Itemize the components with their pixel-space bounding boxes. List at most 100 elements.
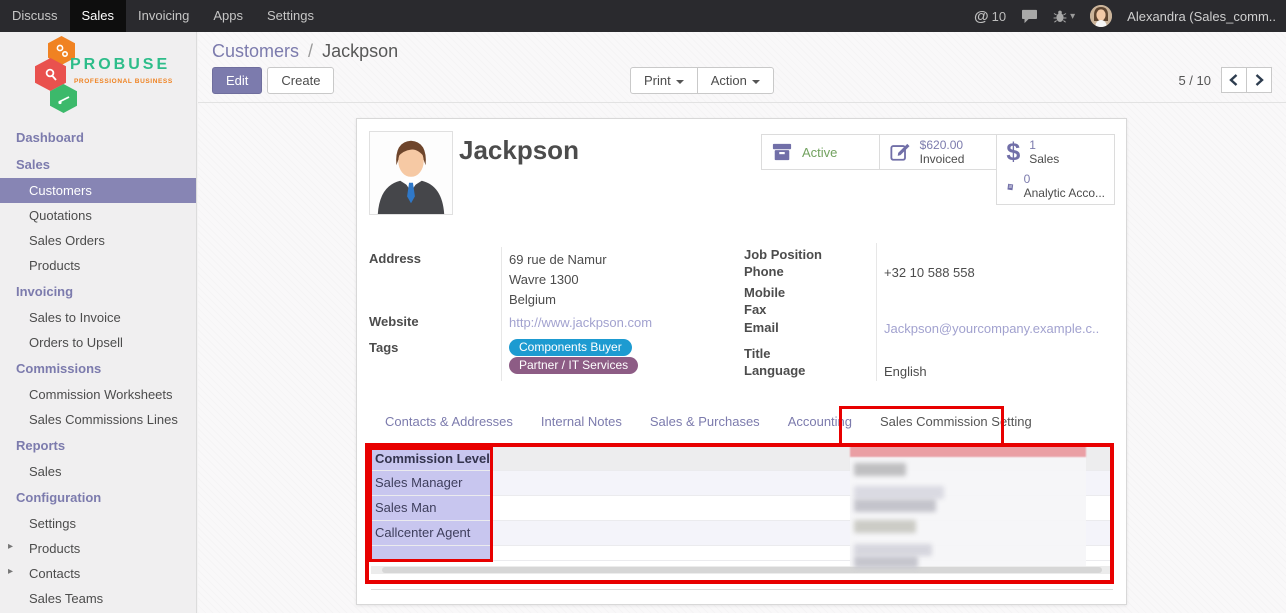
action-label: Action xyxy=(711,73,747,88)
sidebar-item-products[interactable]: Products xyxy=(0,253,196,278)
job-position-label: Job Position xyxy=(744,247,822,262)
tab-internal-notes[interactable]: Internal Notes xyxy=(541,414,622,429)
breadcrumb-separator: / xyxy=(304,41,317,61)
commission-level-cell[interactable]: Sales Man xyxy=(371,496,493,520)
redacted-column xyxy=(850,444,1086,566)
tab-sales-commission-setting[interactable]: Sales Commission Setting xyxy=(880,414,1032,429)
menu-sales[interactable]: Sales xyxy=(70,0,127,32)
sidebar-item-config-contacts[interactable]: ▸ Contacts xyxy=(0,561,196,586)
sidebar-item-sales-commissions-lines[interactable]: Sales Commissions Lines xyxy=(0,407,196,432)
sidebar-menu: Dashboard Sales Customers Quotations Sal… xyxy=(0,124,196,613)
email-link[interactable]: Jackpson@yourcompany.example.c.. xyxy=(884,321,1099,336)
sidebar-item-orders-to-upsell[interactable]: Orders to Upsell xyxy=(0,330,196,355)
sidebar-item-commission-worksheets[interactable]: Commission Worksheets xyxy=(0,382,196,407)
action-dropdown-button[interactable]: Action xyxy=(697,67,774,94)
website-link[interactable]: http://www.jackpson.com xyxy=(509,315,652,330)
sidebar-item-reports-sales[interactable]: Sales xyxy=(0,459,196,484)
sidebar: PROBUSE PROFESSIONAL BUSINESS Dashboard … xyxy=(0,32,197,613)
sidebar-section-configuration[interactable]: Configuration xyxy=(0,484,196,511)
sidebar-section-sales[interactable]: Sales xyxy=(0,151,196,178)
notebook-tabs: Contacts & Addresses Internal Notes Sale… xyxy=(369,406,1032,436)
control-panel: Customers / Jackpson Edit Create Print A… xyxy=(198,32,1286,103)
invoiced-value: $620.00 xyxy=(920,139,965,152)
sidebar-item-label: Products xyxy=(29,541,80,556)
phone-label: Phone xyxy=(744,264,784,279)
pager-previous-button[interactable] xyxy=(1221,67,1247,93)
expand-arrow-icon[interactable]: ▸ xyxy=(8,541,13,552)
pager-next-button[interactable] xyxy=(1246,67,1272,93)
language-value: English xyxy=(884,364,927,379)
active-stat-button[interactable]: Active xyxy=(762,135,879,169)
partner-form-sheet: Jackpson Active $620.00 Invoiced xyxy=(356,118,1127,605)
tags-label: Tags xyxy=(369,340,398,355)
debug-bug-icon[interactable]: ▾ xyxy=(1053,9,1075,23)
group-separator xyxy=(501,247,502,381)
address-label: Address xyxy=(369,251,421,266)
tab-accounting[interactable]: Accounting xyxy=(788,414,852,429)
tag-partner-it-services: Partner / IT Services xyxy=(509,357,638,374)
sidebar-section-invoicing[interactable]: Invoicing xyxy=(0,278,196,305)
breadcrumb-current: Jackpson xyxy=(322,41,398,61)
create-button[interactable]: Create xyxy=(267,67,334,94)
tag-components-buyer: Components Buyer xyxy=(509,339,632,356)
scrollbar-thumb[interactable] xyxy=(382,567,1102,573)
sidebar-item-sales-teams[interactable]: Sales Teams xyxy=(0,586,196,611)
sidebar-section-reports[interactable]: Reports xyxy=(0,432,196,459)
horizontal-scrollbar[interactable] xyxy=(371,566,1113,574)
tab-contacts-addresses[interactable]: Contacts & Addresses xyxy=(385,414,513,429)
edit-pencil-icon xyxy=(889,142,911,162)
menu-settings[interactable]: Settings xyxy=(255,0,326,32)
menu-invoicing[interactable]: Invoicing xyxy=(126,0,201,32)
phone-value: +32 10 588 558 xyxy=(884,265,975,280)
partner-photo[interactable] xyxy=(369,131,453,215)
tab-sales-purchases[interactable]: Sales & Purchases xyxy=(650,414,760,429)
user-avatar[interactable] xyxy=(1090,5,1112,27)
sales-count-label: Sales xyxy=(1029,152,1059,166)
commission-level-cell[interactable]: Callcenter Agent xyxy=(371,521,493,545)
sidebar-item-quotations[interactable]: Quotations xyxy=(0,203,196,228)
analytic-count-label: Analytic Acco... xyxy=(1024,186,1105,200)
menu-discuss[interactable]: Discuss xyxy=(0,0,70,32)
table-bottom-border xyxy=(371,589,1113,590)
breadcrumb: Customers / Jackpson xyxy=(212,41,398,62)
sidebar-section-commissions[interactable]: Commissions xyxy=(0,355,196,382)
user-menu[interactable]: Alexandra (Sales_comm.. xyxy=(1127,9,1276,24)
address-line-2: Wavre 1300 xyxy=(509,272,579,287)
sidebar-item-customers[interactable]: Customers xyxy=(0,178,196,203)
fax-label: Fax xyxy=(744,302,766,317)
sales-stat-button[interactable]: $ 1 Sales xyxy=(996,135,1114,169)
mentions-counter[interactable]: @ 10 xyxy=(974,8,1006,25)
commission-level-cell[interactable]: Sales Manager xyxy=(371,471,493,495)
sidebar-item-sales-to-invoice[interactable]: Sales to Invoice xyxy=(0,305,196,330)
sidebar-item-dashboard[interactable]: Dashboard xyxy=(0,124,196,151)
archive-box-icon xyxy=(771,142,793,162)
logo-title: PROBUSE xyxy=(70,56,170,74)
pager-counter: 5 / 10 xyxy=(1178,73,1211,88)
language-label: Language xyxy=(744,363,805,378)
breadcrumb-customers-link[interactable]: Customers xyxy=(212,41,299,61)
chevron-right-icon xyxy=(1254,74,1264,86)
menu-apps[interactable]: Apps xyxy=(201,0,255,32)
expand-arrow-icon[interactable]: ▸ xyxy=(8,566,13,577)
dollar-icon: $ xyxy=(1006,140,1020,165)
print-label: Print xyxy=(644,73,671,88)
edit-button[interactable]: Edit xyxy=(212,67,262,94)
analytic-count-value: 0 xyxy=(1024,173,1105,186)
email-label: Email xyxy=(744,320,779,335)
commission-level-header[interactable]: Commission Level xyxy=(371,447,493,470)
address-line-1: 69 rue de Namur xyxy=(509,252,607,267)
invoiced-stat-button[interactable]: $620.00 Invoiced xyxy=(879,135,997,169)
print-dropdown-button[interactable]: Print xyxy=(630,67,698,94)
mention-count: 10 xyxy=(992,9,1006,24)
caret-down-icon: ▾ xyxy=(1070,11,1075,22)
sidebar-item-config-products[interactable]: ▸ Products xyxy=(0,536,196,561)
app-logo[interactable]: PROBUSE PROFESSIONAL BUSINESS xyxy=(0,32,196,120)
systray: @ 10 ▾ Al xyxy=(974,0,1286,32)
sidebar-item-label: Contacts xyxy=(29,566,80,581)
sidebar-item-settings[interactable]: Settings xyxy=(0,511,196,536)
sales-count-value: 1 xyxy=(1029,139,1059,152)
analytic-accounts-stat-button[interactable]: 0 Analytic Acco... xyxy=(996,169,1115,205)
website-label: Website xyxy=(369,314,419,329)
sidebar-item-sales-orders[interactable]: Sales Orders xyxy=(0,228,196,253)
chat-bubble-icon[interactable] xyxy=(1021,9,1038,24)
